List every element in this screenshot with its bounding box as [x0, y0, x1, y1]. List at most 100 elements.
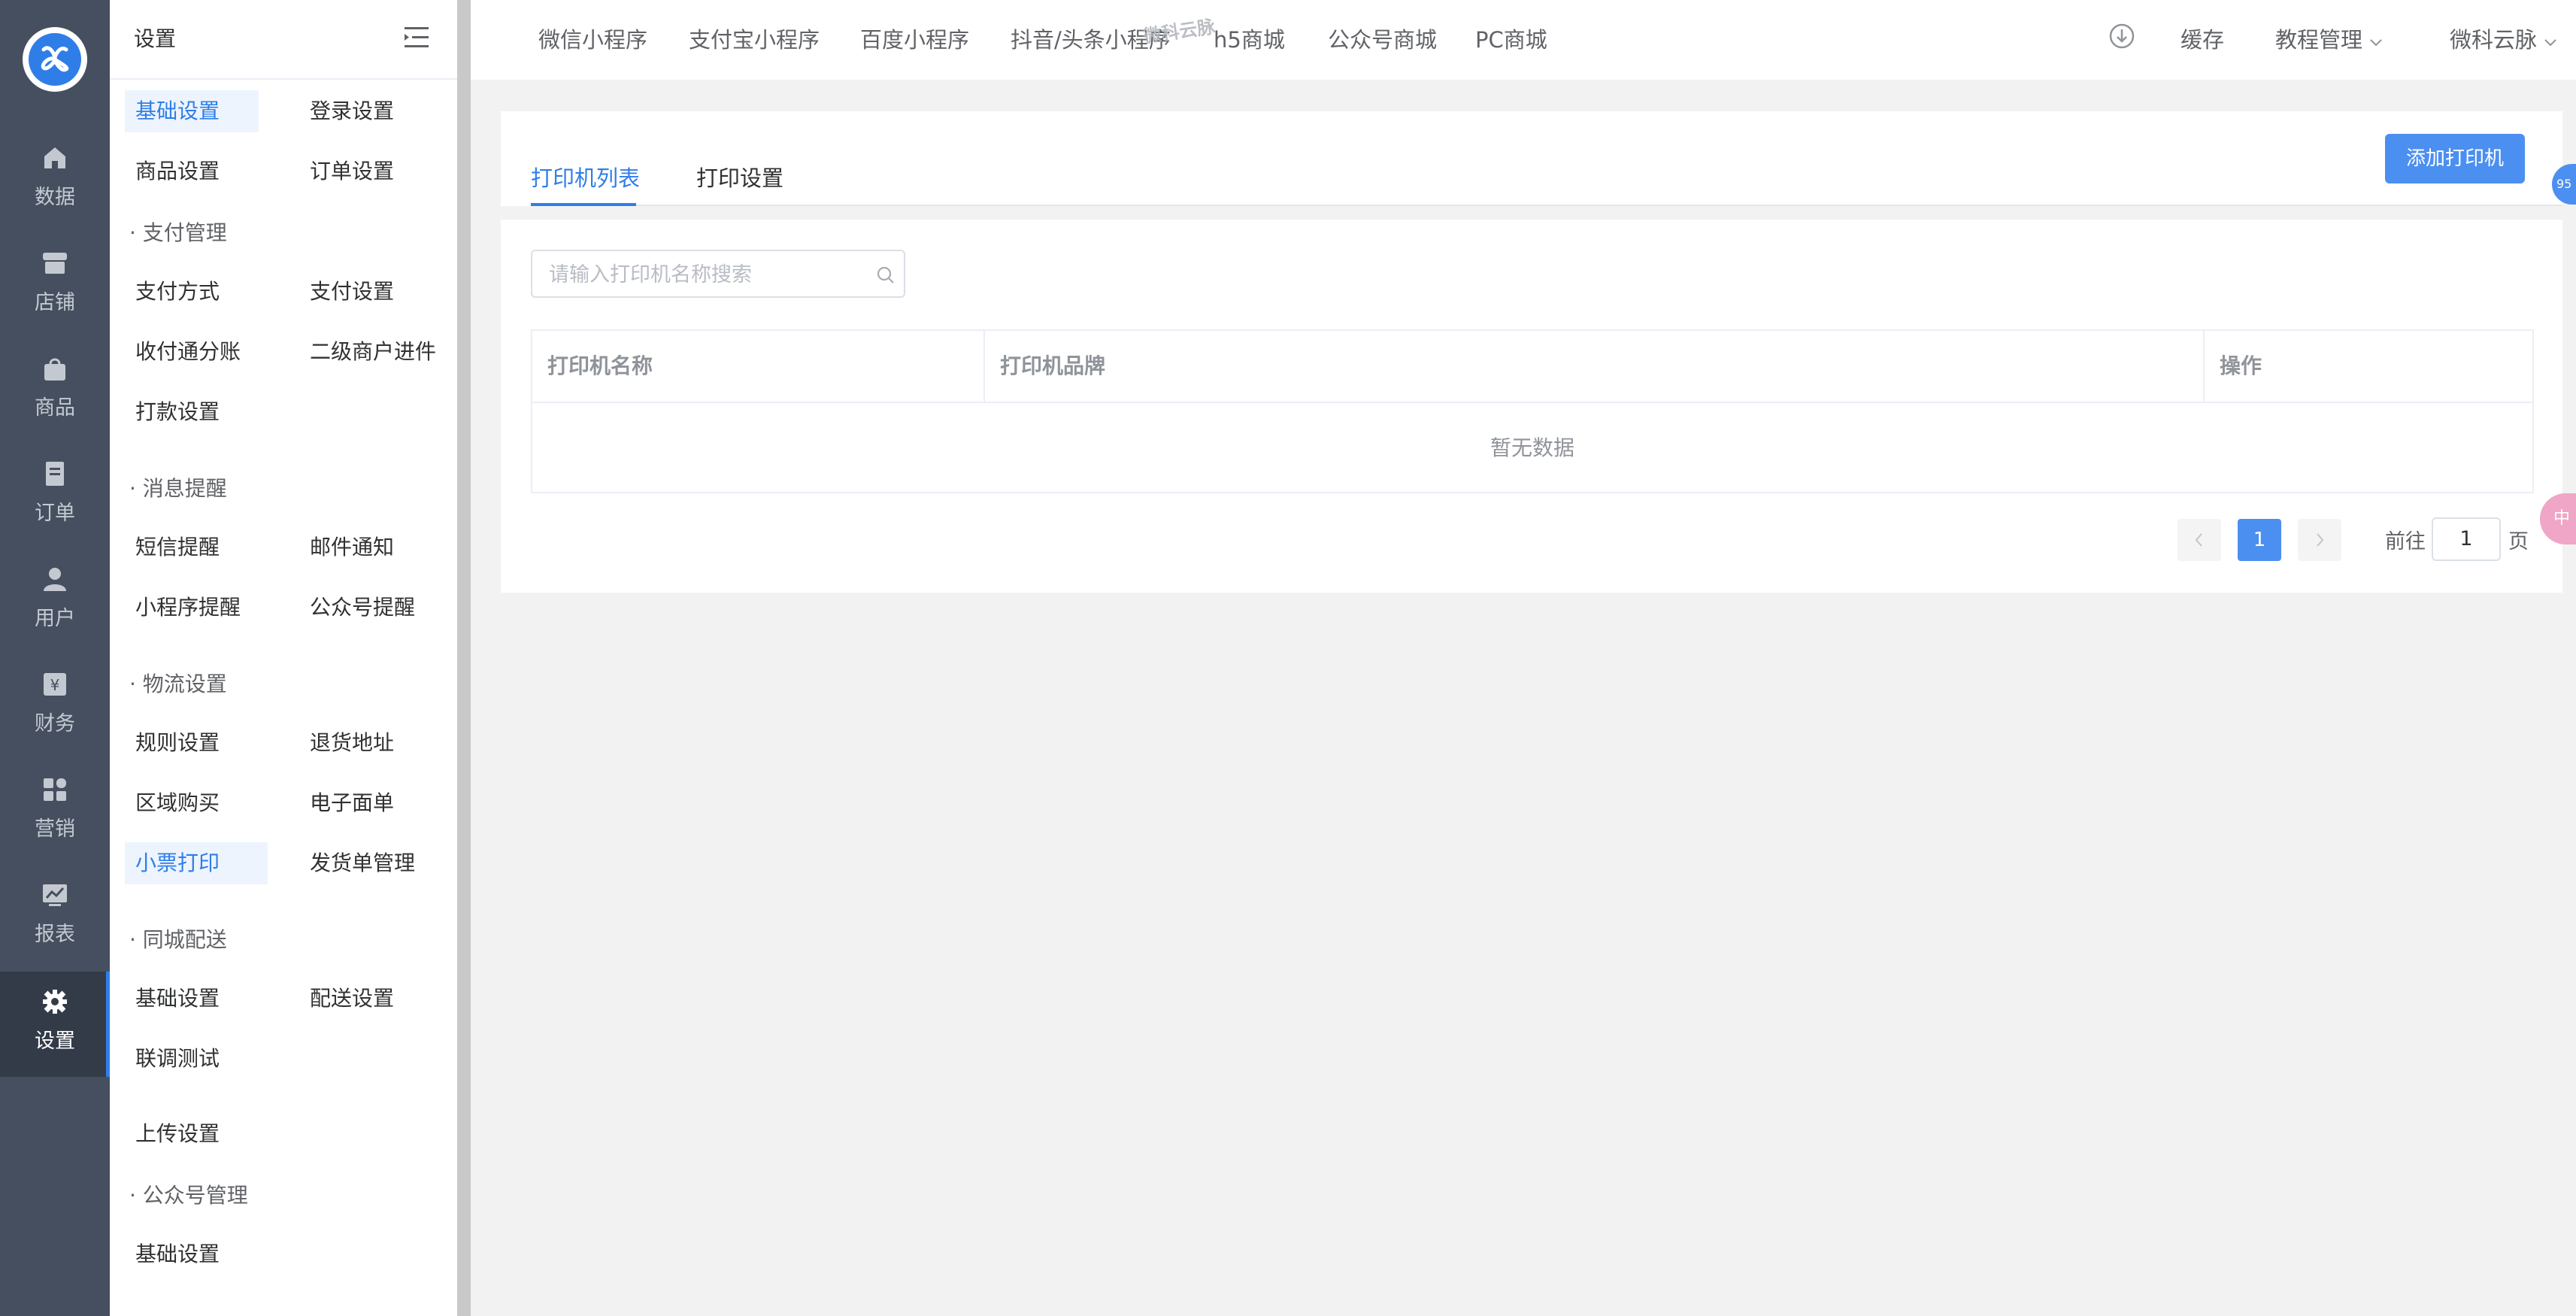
- rail-item-marketing[interactable]: 营销: [0, 760, 110, 865]
- submenu-group-logistics: · 物流设置: [129, 672, 227, 696]
- submenu-group-message: · 消息提醒: [129, 476, 227, 501]
- finance-icon: ¥: [44, 673, 66, 696]
- chevron-right-icon: [2317, 533, 2324, 547]
- submenu-item-mp-msg[interactable]: 公众号提醒: [299, 587, 433, 629]
- main-nav-rail: 数据 店铺 商品 订单 用户 ¥ 财务 营销 报表 设置: [0, 0, 110, 1316]
- home-icon: [44, 147, 65, 168]
- rail-item-goods[interactable]: 商品: [0, 338, 110, 444]
- tutorial-label: 教程管理: [2275, 27, 2363, 53]
- top-navigation: 微信小程序 支付宝小程序 百度小程序 抖音/头条小程序 h5商城 公众号商城 P…: [471, 0, 2576, 80]
- next-page-button[interactable]: [2298, 519, 2341, 561]
- submenu-title: 设置: [134, 26, 177, 51]
- empty-state-text: 暂无数据: [1490, 435, 1574, 460]
- svg-text:¥: ¥: [50, 676, 60, 694]
- gear-icon: [43, 990, 67, 1014]
- grid-icon: [44, 778, 66, 801]
- rail-item-report[interactable]: 报表: [0, 865, 110, 970]
- rail-item-data[interactable]: 数据: [0, 128, 110, 233]
- submenu-item-return-address[interactable]: 退货地址: [299, 722, 433, 764]
- submenu-item-rules[interactable]: 规则设置: [125, 722, 259, 764]
- account-name: 微科云脉: [2450, 27, 2538, 53]
- tab-divider: [531, 205, 2562, 206]
- submenu-group-city: · 同城配送: [129, 927, 227, 952]
- top-tab-baidu[interactable]: 百度小程序: [860, 23, 969, 54]
- search-icon[interactable]: [875, 265, 896, 286]
- chart-icon: [43, 884, 67, 906]
- tutorial-menu[interactable]: 教程管理: [2275, 23, 2383, 54]
- rail-label: 商品: [35, 396, 75, 420]
- rail-label: 店铺: [35, 291, 75, 314]
- rail-label: 用户: [35, 607, 75, 630]
- rail-label: 订单: [35, 502, 75, 525]
- top-tab-mp[interactable]: 公众号商城: [1328, 23, 1437, 54]
- prev-page-button[interactable]: [2177, 519, 2221, 561]
- submenu-item-mini-msg[interactable]: 小程序提醒: [125, 587, 259, 629]
- submenu-item-region[interactable]: 区域购买: [125, 782, 259, 824]
- top-tab-h5[interactable]: h5商城: [1214, 23, 1285, 54]
- page-number-current[interactable]: 1: [2238, 519, 2281, 561]
- submenu-item-mail[interactable]: 邮件通知: [299, 526, 433, 569]
- active-tab-indicator: [531, 203, 636, 206]
- submenu-scrollbar[interactable]: [457, 0, 471, 1316]
- column-header-name: 打印机名称: [547, 353, 653, 378]
- submenu-group-payment: · 支付管理: [129, 220, 227, 245]
- bag-icon: [44, 358, 65, 381]
- top-tab-pc[interactable]: PC商城: [1475, 23, 1547, 54]
- rail-item-store[interactable]: 店铺: [0, 233, 110, 338]
- account-menu[interactable]: 微科云脉: [2450, 23, 2557, 54]
- column-header-actions: 操作: [2220, 353, 2262, 378]
- rail-label: 数据: [35, 186, 75, 209]
- submenu-item-split[interactable]: 收付通分账: [125, 331, 259, 373]
- order-icon: [46, 462, 64, 486]
- submenu-item-order[interactable]: 订单设置: [299, 150, 433, 193]
- submenu-item-pay-setting[interactable]: 支付设置: [299, 271, 433, 313]
- rail-label: 报表: [35, 923, 75, 946]
- submenu-item-city-delivery[interactable]: 配送设置: [299, 978, 433, 1020]
- add-printer-button[interactable]: 添加打印机: [2385, 134, 2525, 183]
- printer-table: 打印机名称 打印机品牌 操作 暂无数据: [531, 329, 2534, 493]
- collapse-menu-icon[interactable]: [402, 24, 432, 51]
- tab-print-settings[interactable]: 打印设置: [696, 161, 783, 193]
- top-tab-alipay[interactable]: 支付宝小程序: [689, 23, 820, 54]
- submenu-item-eorder[interactable]: 电子面单: [299, 782, 433, 824]
- settings-submenu: 设置 基础设置 登录设置 商品设置 订单设置 · 支付管理 支付方式 支付设置 …: [110, 0, 457, 1316]
- submenu-item-ticket-print[interactable]: 小票打印: [125, 842, 268, 884]
- submenu-item-upload[interactable]: 上传设置: [125, 1113, 259, 1155]
- goto-page-input[interactable]: 1: [2432, 517, 2501, 561]
- printer-search-box: [531, 250, 905, 298]
- logo-mark-icon: [29, 33, 81, 86]
- divider: [110, 78, 457, 80]
- submenu-item-ship-bill[interactable]: 发货单管理: [299, 842, 433, 884]
- submenu-item-city-test[interactable]: 联调测试: [125, 1038, 259, 1080]
- rail-label: 设置: [35, 1029, 75, 1053]
- submenu-item-sms[interactable]: 短信提醒: [125, 526, 259, 569]
- submenu-item-city-basic[interactable]: 基础设置: [125, 978, 259, 1020]
- rail-item-finance[interactable]: ¥ 财务: [0, 654, 110, 760]
- column-header-brand: 打印机品牌: [1000, 353, 1106, 378]
- submenu-item-goods[interactable]: 商品设置: [125, 150, 259, 193]
- submenu-item-sub-merchant[interactable]: 二级商户进件: [299, 331, 442, 373]
- page-suffix: 页: [2508, 530, 2529, 553]
- submenu-item-pay-method[interactable]: 支付方式: [125, 271, 259, 313]
- printer-search-input[interactable]: [547, 257, 866, 292]
- submenu-item-payout[interactable]: 打款设置: [125, 391, 259, 433]
- submenu-group-mp: · 公众号管理: [129, 1183, 248, 1208]
- store-icon: [43, 253, 67, 274]
- printer-tabs-card: 打印机列表 打印设置: [501, 111, 2562, 206]
- download-icon[interactable]: [2108, 23, 2135, 50]
- submenu-item-mp-basic[interactable]: 基础设置: [125, 1233, 259, 1275]
- user-icon: [44, 568, 66, 591]
- chevron-down-icon: [2370, 39, 2382, 47]
- rail-item-user[interactable]: 用户: [0, 549, 110, 654]
- app-logo[interactable]: [23, 27, 87, 92]
- submenu-item-basic[interactable]: 基础设置: [125, 90, 259, 132]
- top-tab-wechat[interactable]: 微信小程序: [538, 23, 647, 54]
- cache-button[interactable]: 缓存: [2181, 23, 2224, 54]
- submenu-item-login[interactable]: 登录设置: [299, 90, 433, 132]
- chevron-left-icon: [2195, 533, 2202, 547]
- rail-label: 营销: [35, 817, 75, 841]
- tab-printer-list[interactable]: 打印机列表: [531, 161, 640, 193]
- rail-item-order[interactable]: 订单: [0, 444, 110, 549]
- goto-label: 前往: [2385, 530, 2426, 553]
- rail-item-settings[interactable]: 设置: [0, 972, 110, 1077]
